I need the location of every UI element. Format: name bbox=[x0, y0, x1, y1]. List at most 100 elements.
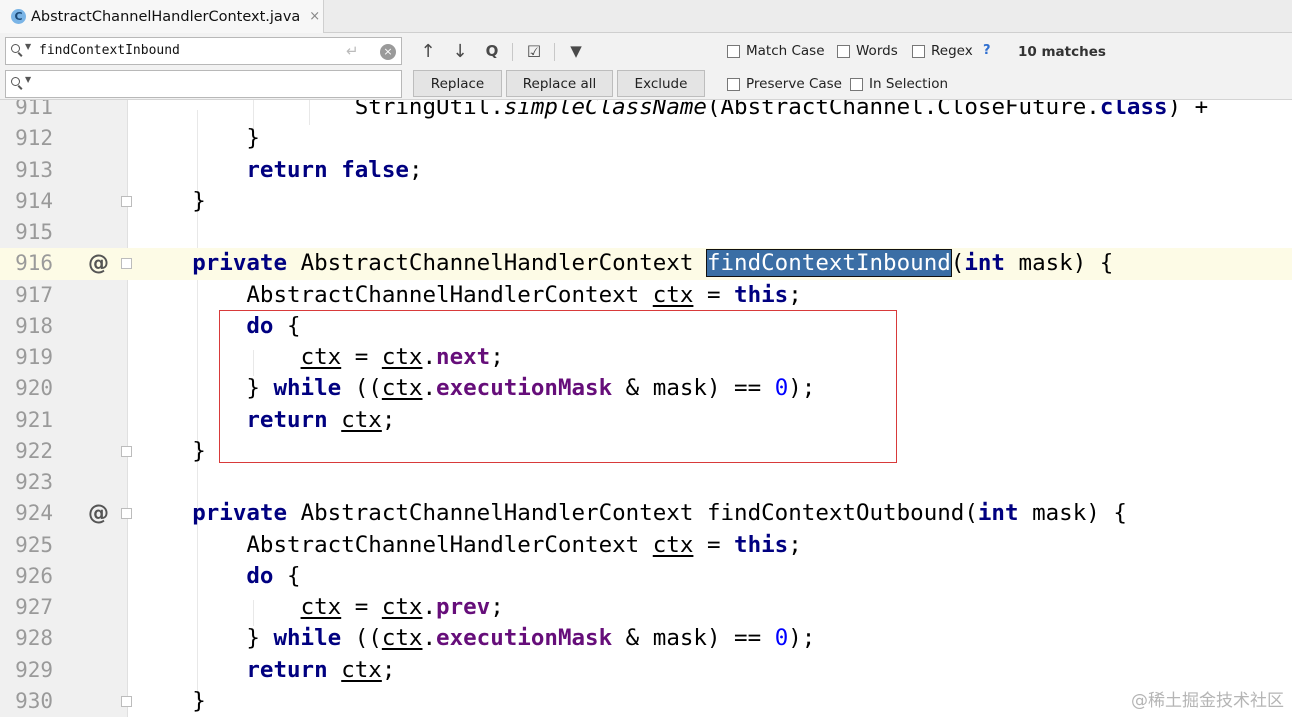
regex-help-link[interactable]: ? bbox=[983, 43, 991, 58]
code-line: } bbox=[0, 186, 1292, 217]
preserve-case-checkbox[interactable]: Preserve Case bbox=[727, 76, 842, 92]
implementation-marker-icon[interactable]: @ bbox=[88, 498, 109, 529]
gutter-row: 918 bbox=[0, 311, 140, 342]
java-class-icon: C bbox=[11, 9, 26, 24]
code-line: return false; bbox=[0, 155, 1292, 186]
code-text: return false; bbox=[246, 156, 423, 183]
words-label: Words bbox=[856, 43, 898, 59]
code-text: } bbox=[192, 687, 206, 714]
code-text: } bbox=[246, 125, 260, 152]
new-line-icon[interactable]: ↵ bbox=[346, 42, 359, 60]
clear-search-icon[interactable]: × bbox=[380, 44, 396, 60]
match-count: 10 matches bbox=[1018, 44, 1106, 60]
checkbox-box[interactable] bbox=[912, 44, 925, 58]
file-tab-label: AbstractChannelHandlerContext.java bbox=[31, 8, 301, 25]
code-text: ctx = ctx.prev; bbox=[300, 594, 504, 621]
line-number: 912 bbox=[15, 126, 53, 151]
code-line: return ctx; bbox=[0, 655, 1292, 686]
select-all-occurrences-icon[interactable]: Q bbox=[480, 39, 504, 63]
code-text: private AbstractChannelHandlerContext fi… bbox=[192, 249, 1114, 278]
code-text: } while ((ctx.executionMask & mask) == 0… bbox=[246, 625, 816, 652]
checkbox-box[interactable] bbox=[850, 77, 863, 91]
line-number: 925 bbox=[15, 532, 53, 557]
code-line: return ctx; bbox=[0, 405, 1292, 436]
previous-occurrence-icon[interactable]: ↑ bbox=[416, 39, 440, 63]
next-occurrence-icon[interactable]: ↓ bbox=[448, 39, 472, 63]
gutter-row: 917 bbox=[0, 280, 140, 311]
fold-marker-icon[interactable] bbox=[121, 695, 132, 707]
gutter-row: 911 bbox=[0, 100, 140, 123]
line-number: 930 bbox=[15, 688, 53, 713]
code-line: private AbstractChannelHandlerContext fi… bbox=[0, 498, 1292, 529]
line-number: 917 bbox=[15, 282, 53, 307]
regex-checkbox[interactable]: Regex bbox=[912, 43, 973, 59]
search-history-dropdown-icon[interactable]: ▼ bbox=[25, 42, 31, 51]
line-number: 926 bbox=[15, 563, 53, 588]
code-line: ctx = ctx.next; bbox=[0, 342, 1292, 373]
gutter-row: 921 bbox=[0, 405, 140, 436]
replace-input[interactable]: ▼ bbox=[5, 70, 402, 98]
line-number: 919 bbox=[15, 345, 53, 370]
fold-marker-icon[interactable] bbox=[121, 258, 132, 270]
fold-marker-icon[interactable] bbox=[121, 195, 132, 207]
code-line: } while ((ctx.executionMask & mask) == 0… bbox=[0, 373, 1292, 404]
code-line: } bbox=[0, 436, 1292, 467]
filter-icon[interactable]: ▼ bbox=[564, 39, 588, 63]
close-tab-icon[interactable]: × bbox=[309, 9, 320, 24]
search-icon[interactable] bbox=[11, 44, 20, 53]
code-line: } bbox=[0, 123, 1292, 154]
code-text: do { bbox=[246, 562, 301, 589]
gutter-row: 924 @ bbox=[0, 498, 140, 529]
gutter-row: 930 bbox=[0, 686, 140, 717]
checkbox-box[interactable] bbox=[837, 44, 850, 58]
code-text: ctx = ctx.next; bbox=[300, 344, 504, 371]
gutter-row: 927 bbox=[0, 592, 140, 623]
code-text: return ctx; bbox=[246, 656, 396, 683]
code-editor[interactable]: StringUtil.simpleClassName(AbstractChann… bbox=[0, 100, 1292, 717]
gutter-row: 912 bbox=[0, 123, 140, 154]
match-case-label: Match Case bbox=[746, 43, 825, 59]
line-number: 913 bbox=[15, 157, 53, 182]
replace-button[interactable]: Replace bbox=[413, 70, 502, 97]
words-checkbox[interactable]: Words bbox=[837, 43, 898, 59]
gutter-row: 928 bbox=[0, 623, 140, 654]
line-number: 928 bbox=[15, 626, 53, 651]
editor-tab-bar: C AbstractChannelHandlerContext.java × bbox=[0, 0, 1292, 33]
watermark: @稀土掘金技术社区 bbox=[1131, 691, 1284, 711]
code-text: AbstractChannelHandlerContext ctx = this… bbox=[246, 281, 802, 308]
gutter-row: 914 bbox=[0, 186, 140, 217]
replace-history-dropdown-icon[interactable]: ▼ bbox=[25, 75, 31, 84]
match-case-checkbox[interactable]: Match Case bbox=[727, 43, 825, 59]
search-match-highlight: findContextInbound bbox=[705, 249, 952, 278]
exclude-button[interactable]: Exclude bbox=[617, 70, 705, 97]
code-line: ctx = ctx.prev; bbox=[0, 592, 1292, 623]
code-text: } bbox=[192, 187, 206, 214]
gutter-row: 923 bbox=[0, 467, 140, 498]
code-text: } bbox=[192, 437, 206, 464]
gutter-row: 920 bbox=[0, 373, 140, 404]
search-input-value: findContextInbound bbox=[39, 43, 180, 58]
toolbar-divider bbox=[554, 43, 555, 61]
code-text: do { bbox=[246, 312, 301, 339]
code-text: } while ((ctx.executionMask & mask) == 0… bbox=[246, 375, 816, 402]
line-number: 916 bbox=[15, 251, 53, 276]
checkbox-box[interactable] bbox=[727, 44, 740, 58]
implementation-marker-icon[interactable]: @ bbox=[88, 248, 109, 279]
code-text: return ctx; bbox=[246, 406, 396, 433]
file-tab[interactable]: C AbstractChannelHandlerContext.java × bbox=[0, 0, 324, 33]
in-selection-checkbox[interactable]: In Selection bbox=[850, 76, 948, 92]
multiline-toggle-icon[interactable]: ☑ bbox=[522, 39, 546, 63]
code-line: } while ((ctx.executionMask & mask) == 0… bbox=[0, 623, 1292, 654]
line-number: 923 bbox=[15, 470, 53, 495]
code-line: AbstractChannelHandlerContext ctx = this… bbox=[0, 280, 1292, 311]
fold-marker-icon[interactable] bbox=[121, 508, 132, 520]
search-input[interactable]: ▼ findContextInbound ↵ × bbox=[5, 37, 402, 65]
replace-search-icon[interactable] bbox=[11, 77, 20, 86]
line-number: 921 bbox=[15, 407, 53, 432]
replace-all-button[interactable]: Replace all bbox=[506, 70, 613, 97]
checkbox-box[interactable] bbox=[727, 77, 740, 91]
preserve-case-label: Preserve Case bbox=[746, 76, 842, 92]
fold-marker-icon[interactable] bbox=[121, 445, 132, 457]
